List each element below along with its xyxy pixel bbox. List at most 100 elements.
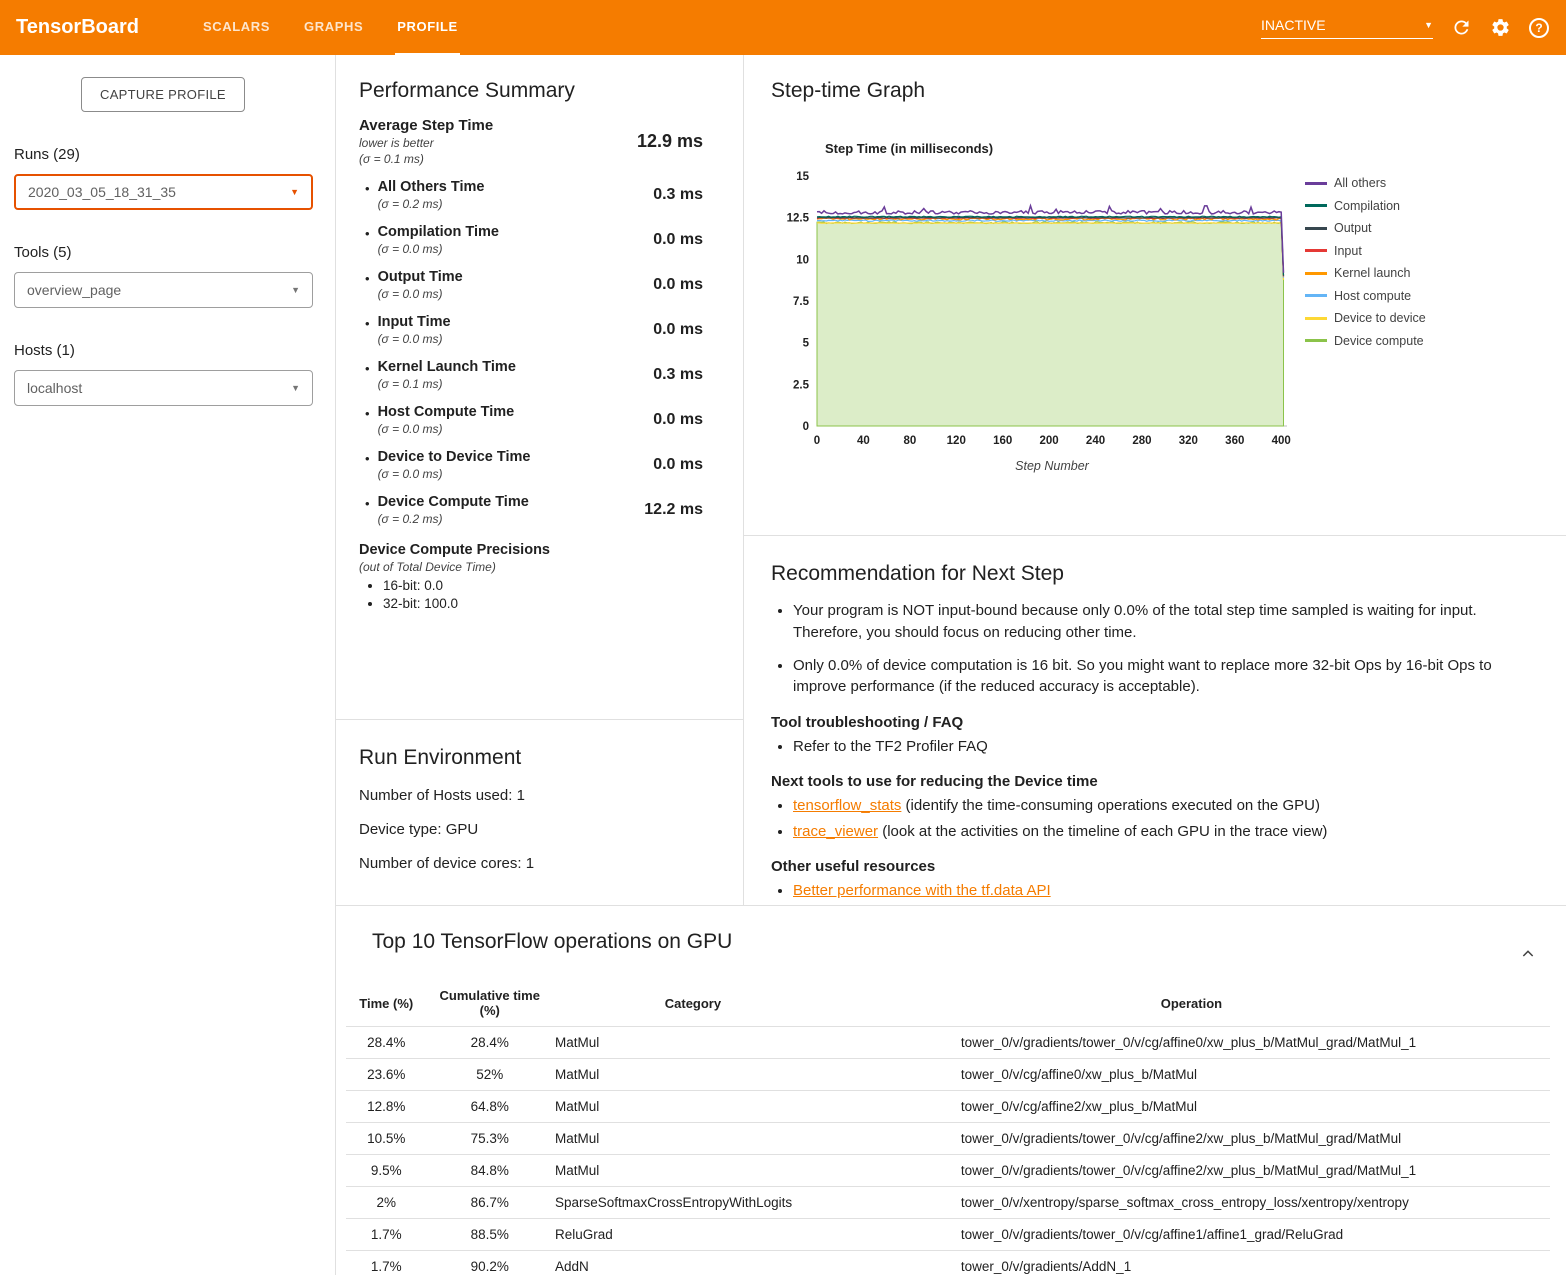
table-cell: tower_0/v/gradients/tower_0/v/cg/affine0…	[833, 1027, 1550, 1059]
chart-host: 02.557.51012.515040801201602002402803203…	[771, 162, 1295, 479]
metric-row: •Compilation Time(σ = 0.0 ms)0.0 ms	[359, 224, 703, 256]
nav-tabs: SCALARS GRAPHS PROFILE	[201, 0, 460, 55]
legend-label: Kernel launch	[1334, 266, 1410, 280]
metric-value: 0.0 ms	[653, 321, 703, 339]
app-body: CAPTURE PROFILE Runs (29) 2020_03_05_18_…	[0, 55, 1566, 1275]
recommendation-item: Better performance with the tf.data API	[793, 880, 1526, 901]
status-dropdown[interactable]: INACTIVE ▼	[1261, 17, 1433, 39]
metric-value: 0.0 ms	[653, 276, 703, 294]
bullet-icon: •	[365, 181, 370, 211]
metric-sigma: (σ = 0.2 ms)	[378, 197, 485, 211]
recommendation-section-heading: Tool troubleshooting / FAQ	[771, 714, 1526, 731]
metric-label: Kernel Launch Time	[378, 359, 516, 375]
hosts-select-value: localhost	[27, 380, 82, 396]
tab-graphs[interactable]: GRAPHS	[302, 0, 365, 55]
recommendation-link[interactable]: tensorflow_stats	[793, 797, 901, 814]
svg-text:200: 200	[1040, 435, 1059, 447]
recommendation-item-text: (look at the activities on the timeline …	[878, 823, 1327, 840]
hosts-group: Hosts (1) localhost ▼	[14, 342, 313, 406]
legend-item[interactable]: Device compute	[1305, 334, 1426, 348]
table-cell: 75.3%	[426, 1123, 553, 1155]
tools-select[interactable]: overview_page ▼	[14, 272, 313, 308]
table-cell: 1.7%	[346, 1219, 426, 1251]
table-cell: 88.5%	[426, 1219, 553, 1251]
runs-select[interactable]: 2020_03_05_18_31_35 ▼	[14, 174, 313, 210]
legend-item[interactable]: Kernel launch	[1305, 266, 1426, 280]
chart-wrap: 02.557.51012.515040801201602002402803203…	[771, 162, 1546, 479]
hosts-select[interactable]: localhost ▼	[14, 370, 313, 406]
legend-label: All others	[1334, 176, 1386, 190]
performance-summary-title: Performance Summary	[359, 79, 703, 103]
legend-item[interactable]: All others	[1305, 176, 1426, 190]
table-cell: MatMul	[553, 1027, 833, 1059]
legend-item[interactable]: Device to device	[1305, 311, 1426, 325]
legend-swatch	[1305, 204, 1327, 207]
table-cell: 28.4%	[426, 1027, 553, 1059]
table-cell: 90.2%	[426, 1251, 553, 1275]
tab-profile[interactable]: PROFILE	[395, 0, 460, 55]
precisions-title: Device Compute Precisions	[359, 542, 703, 558]
average-step-time-label: Average Step Time	[359, 117, 493, 134]
metric-label: All Others Time	[378, 179, 485, 195]
legend-item[interactable]: Host compute	[1305, 289, 1426, 303]
top10-header-row: Time (%)Cumulative time (%)CategoryOpera…	[346, 980, 1550, 1027]
recommendation-link[interactable]: Better performance with the tf.data API	[793, 882, 1051, 899]
metric-value: 0.3 ms	[653, 186, 703, 204]
top10-table: Time (%)Cumulative time (%)CategoryOpera…	[346, 980, 1550, 1275]
app-title: TensorBoard	[16, 16, 201, 39]
svg-text:Step Number: Step Number	[1015, 459, 1089, 473]
svg-text:7.5: 7.5	[793, 296, 810, 308]
metric-row: • All Others Time (σ = 0.2 ms) 0.3 ms	[359, 179, 703, 211]
top10-title: Top 10 TensorFlow operations on GPU	[372, 930, 1550, 954]
tab-scalars[interactable]: SCALARS	[201, 0, 272, 55]
svg-text:80: 80	[903, 435, 916, 447]
bullet-icon: •	[365, 451, 370, 481]
recommendation-link[interactable]: trace_viewer	[793, 823, 878, 840]
svg-text:15: 15	[796, 171, 809, 183]
metric-row: •Device to Device Time(σ = 0.0 ms)0.0 ms	[359, 449, 703, 481]
svg-text:280: 280	[1132, 435, 1151, 447]
precisions-subtitle: (out of Total Device Time)	[359, 560, 703, 574]
legend-item[interactable]: Input	[1305, 244, 1426, 258]
recommendation-item: tensorflow_stats (identify the time-cons…	[793, 795, 1526, 816]
average-step-time-sigma: (σ = 0.1 ms)	[359, 152, 493, 166]
bullet-icon: •	[365, 361, 370, 391]
average-step-time-value: 12.9 ms	[637, 131, 703, 152]
run-environment-line: Number of device cores: 1	[359, 855, 719, 872]
metric-sigma: (σ = 0.0 ms)	[378, 422, 515, 436]
metric-value: 0.0 ms	[653, 231, 703, 249]
collapse-chevron-icon[interactable]	[1520, 946, 1536, 967]
svg-text:120: 120	[947, 435, 966, 447]
svg-text:40: 40	[857, 435, 870, 447]
table-cell: tower_0/v/gradients/AddN_1	[833, 1251, 1550, 1275]
svg-text:320: 320	[1179, 435, 1198, 447]
metric-value: 0.3 ms	[653, 366, 703, 384]
run-environment-line: Number of Hosts used: 1	[359, 787, 719, 804]
legend-item[interactable]: Compilation	[1305, 199, 1426, 213]
legend-item[interactable]: Output	[1305, 221, 1426, 235]
legend-label: Host compute	[1334, 289, 1411, 303]
settings-gear-icon[interactable]	[1489, 17, 1511, 39]
run-environment-lines: Number of Hosts used: 1Device type: GPUN…	[359, 787, 719, 872]
run-environment-panel: Run Environment Number of Hosts used: 1D…	[336, 720, 743, 905]
metric-value: 0.0 ms	[653, 456, 703, 474]
legend-swatch	[1305, 182, 1327, 185]
bullet-icon: •	[365, 226, 370, 256]
top-grid: Performance Summary Average Step Time lo…	[336, 55, 1566, 905]
sidebar: CAPTURE PROFILE Runs (29) 2020_03_05_18_…	[0, 55, 335, 1275]
help-icon[interactable]: ?	[1528, 17, 1550, 39]
metric-label: Input Time	[378, 314, 451, 330]
metric-label: Compilation Time	[378, 224, 499, 240]
legend-swatch	[1305, 339, 1327, 342]
table-cell: 84.8%	[426, 1155, 553, 1187]
table-cell: MatMul	[553, 1059, 833, 1091]
table-row: 12.8%64.8%MatMultower_0/v/cg/affine2/xw_…	[346, 1091, 1550, 1123]
recommendation-section-heading: Other useful resources	[771, 858, 1526, 875]
refresh-icon[interactable]	[1450, 17, 1472, 39]
capture-profile-button[interactable]: CAPTURE PROFILE	[81, 77, 245, 112]
legend-swatch	[1305, 294, 1327, 297]
table-cell: 86.7%	[426, 1187, 553, 1219]
recommendation-sections: Tool troubleshooting / FAQRefer to the T…	[771, 714, 1526, 901]
step-time-graph-title: Step-time Graph	[771, 79, 1546, 103]
metric-sigma: (σ = 0.0 ms)	[378, 287, 463, 301]
